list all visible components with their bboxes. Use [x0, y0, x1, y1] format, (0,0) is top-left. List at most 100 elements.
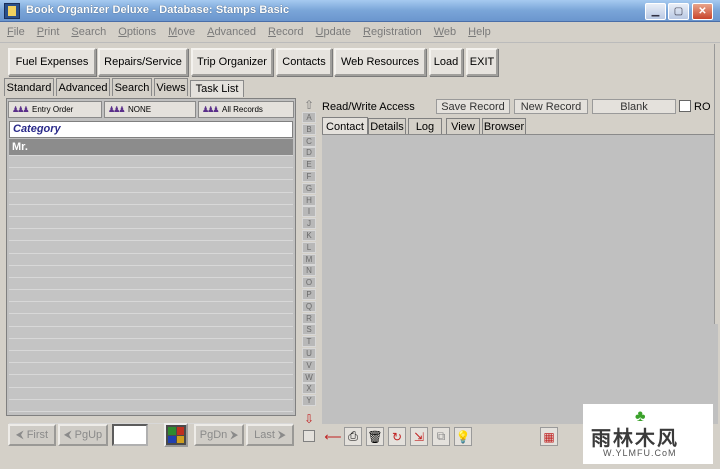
list-item[interactable] — [9, 229, 293, 242]
list-item[interactable] — [9, 351, 293, 364]
alphabet-letter-a[interactable]: A — [302, 112, 316, 123]
alphabet-letter-i[interactable]: I — [302, 206, 316, 218]
tab-browser[interactable]: Browser — [482, 118, 526, 135]
alphabet-letter-y[interactable]: Y — [302, 395, 316, 407]
pgup-button[interactable]: ⮜ PgUp — [58, 424, 108, 446]
tab-search[interactable]: Search — [112, 78, 152, 96]
alphabet-letter-l[interactable]: L — [302, 241, 316, 253]
scroll-up-icon[interactable]: ⇧ — [302, 98, 316, 112]
alphabet-letter-k[interactable]: K — [302, 230, 316, 241]
list-item[interactable] — [9, 266, 293, 278]
records-scope-button[interactable]: All Records — [198, 101, 294, 118]
repairs-service-button[interactable]: Repairs/Service — [98, 48, 188, 76]
menu-file[interactable]: File — [0, 23, 30, 38]
list-item[interactable] — [9, 217, 293, 230]
alphabet-letter-p[interactable]: P — [302, 289, 316, 300]
tab-advanced[interactable]: Advanced — [56, 78, 110, 96]
menu-advanced[interactable]: Advanced — [200, 23, 261, 38]
list-item[interactable] — [9, 156, 293, 169]
alphabet-letter-r[interactable]: R — [302, 312, 316, 324]
maximize-button[interactable]: ▢ — [668, 3, 689, 20]
save-record-button[interactable]: Save Record — [436, 99, 510, 114]
trash-icon[interactable]: 🗑 — [366, 427, 384, 446]
menu-registration[interactable]: Registration — [356, 23, 427, 38]
alphabet-letter-x[interactable]: X — [302, 383, 316, 395]
menu-help[interactable]: Help — [461, 23, 496, 38]
alphabet-checkbox[interactable] — [303, 430, 315, 442]
new-record-button[interactable]: New Record — [514, 99, 588, 114]
list-item[interactable] — [9, 180, 293, 193]
list-item[interactable] — [9, 363, 293, 376]
list-item[interactable]: Mr. — [9, 139, 293, 156]
list-item[interactable] — [9, 168, 293, 181]
exit-button[interactable]: EXIT — [466, 48, 498, 76]
list-item[interactable] — [9, 400, 293, 412]
back-arrow-icon[interactable]: ⟵ — [324, 427, 342, 446]
menu-update[interactable]: Update — [309, 23, 356, 38]
list-item[interactable] — [9, 302, 293, 315]
tab-contact[interactable]: Contact — [322, 117, 368, 135]
tab-details[interactable]: Details — [368, 118, 406, 135]
alphabet-letter-w[interactable]: W — [302, 371, 316, 383]
tab-views[interactable]: Views — [154, 78, 188, 96]
lightbulb-icon[interactable]: 💡 — [454, 427, 472, 446]
tab-view[interactable]: View — [446, 118, 480, 135]
alphabet-letter-h[interactable]: H — [302, 194, 316, 206]
print-icon[interactable]: ⎙ — [344, 427, 362, 446]
first-button[interactable]: ⮜ First — [8, 424, 56, 446]
list-item[interactable] — [9, 327, 293, 339]
copy-icon[interactable]: ⧉ — [432, 427, 450, 446]
contacts-button[interactable]: Contacts — [276, 48, 332, 76]
alphabet-letter-c[interactable]: C — [302, 135, 316, 147]
trip-organizer-button[interactable]: Trip Organizer — [191, 48, 273, 76]
page-number-input[interactable] — [112, 424, 148, 446]
refresh-icon[interactable]: ↻ — [388, 427, 406, 446]
export-icon[interactable]: ⇲ — [410, 427, 428, 446]
alphabet-letter-o[interactable]: O — [302, 277, 316, 289]
sort-order-button[interactable]: Entry Order — [8, 101, 102, 118]
tab-task-list[interactable]: Task List — [190, 80, 244, 97]
list-item[interactable] — [9, 375, 293, 388]
pgdn-button[interactable]: PgDn ⮞ — [194, 424, 244, 446]
list-item[interactable] — [9, 278, 293, 291]
alphabet-letter-q[interactable]: Q — [302, 300, 316, 312]
minimize-button[interactable]: ▁ — [645, 3, 666, 20]
list-item[interactable] — [9, 314, 293, 327]
alphabet-letter-g[interactable]: G — [302, 182, 316, 194]
blank-button[interactable]: Blank — [592, 99, 676, 114]
alphabet-letter-u[interactable]: U — [302, 348, 316, 359]
last-button[interactable]: Last ⮞ — [246, 424, 294, 446]
alphabet-letter-m[interactable]: M — [302, 253, 316, 265]
abc-icon[interactable] — [164, 423, 188, 447]
category-header[interactable]: Category — [9, 121, 293, 138]
alphabet-letter-b[interactable]: B — [302, 123, 316, 135]
list-item[interactable] — [9, 241, 293, 254]
alphabet-letter-j[interactable]: J — [302, 218, 316, 230]
alphabet-letter-d[interactable]: D — [302, 147, 316, 159]
menu-record[interactable]: Record — [261, 23, 308, 38]
report-icon[interactable]: ▦ — [540, 427, 558, 446]
filter-button[interactable]: NONE — [104, 101, 196, 118]
alphabet-letter-e[interactable]: E — [302, 159, 316, 171]
tab-standard[interactable]: Standard — [4, 78, 54, 96]
menu-move[interactable]: Move — [161, 23, 200, 38]
menu-print[interactable]: Print — [30, 23, 65, 38]
list-item[interactable] — [9, 254, 293, 266]
fuel-expenses-button[interactable]: Fuel Expenses — [8, 48, 96, 76]
alphabet-letter-v[interactable]: V — [302, 359, 316, 371]
list-item[interactable] — [9, 339, 293, 351]
list-item[interactable] — [9, 290, 293, 303]
list-item[interactable] — [9, 388, 293, 400]
list-item[interactable] — [9, 193, 293, 205]
menu-search[interactable]: Search — [64, 23, 111, 38]
close-button[interactable]: ✕ — [692, 3, 713, 20]
alphabet-letter-f[interactable]: F — [302, 171, 316, 182]
menu-options[interactable]: Options — [111, 23, 161, 38]
alphabet-letter-s[interactable]: S — [302, 324, 316, 336]
scroll-down-icon[interactable]: ⇩ — [302, 412, 316, 426]
menu-web[interactable]: Web — [427, 23, 461, 38]
alphabet-letter-t[interactable]: T — [302, 336, 316, 348]
load-button[interactable]: Load — [429, 48, 463, 76]
read-only-checkbox[interactable] — [679, 100, 691, 112]
alphabet-letter-n[interactable]: N — [302, 265, 316, 277]
